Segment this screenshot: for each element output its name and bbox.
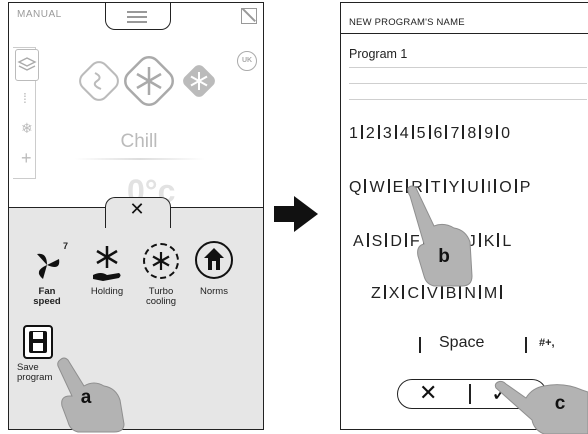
key[interactable]: 3 [383, 125, 392, 143]
holding-icon[interactable] [89, 243, 125, 283]
callout-c: c [554, 393, 566, 414]
function-label: Chill [120, 131, 158, 152]
key[interactable]: 8 [467, 125, 476, 143]
screen-title: NEW PROGRAM'S NAME [349, 17, 465, 28]
holding-label[interactable]: Holding [83, 287, 131, 297]
function-underline [75, 158, 205, 160]
key[interactable]: S [372, 233, 383, 251]
layers-icon[interactable] [15, 49, 39, 81]
callout-a: a [80, 387, 92, 408]
key[interactable]: A [353, 233, 364, 251]
key[interactable]: 9 [484, 125, 493, 143]
fan-speed-label[interactable]: Fan speed [27, 287, 67, 307]
key[interactable]: 6 [434, 125, 443, 143]
key[interactable]: W [369, 179, 384, 197]
key[interactable]: 7 [450, 125, 459, 143]
norms-icon[interactable] [195, 241, 233, 279]
key[interactable]: L [502, 233, 511, 251]
close-drawer-button[interactable]: ✕ [127, 199, 147, 220]
control-panel-screen: MANUAL ⁞ ❄ + UK Chill 0°c ✕ 7 Fan speed … [8, 2, 264, 430]
key[interactable]: O [499, 179, 511, 197]
key[interactable]: Z [371, 285, 381, 303]
norms-label[interactable]: Norms [191, 287, 237, 297]
program-name-input[interactable]: Program 1 [349, 47, 407, 61]
add-icon[interactable]: + [21, 149, 32, 167]
cancel-button[interactable]: ✕ [419, 380, 437, 406]
key[interactable]: 4 [400, 125, 409, 143]
symbols-key[interactable]: #+, [539, 337, 555, 349]
side-snowflake-icon[interactable]: ❄ [21, 121, 33, 135]
key[interactable]: 0 [501, 125, 510, 143]
soft-chill-icon[interactable] [79, 61, 119, 101]
key[interactable]: 2 [366, 125, 375, 143]
fan-icon[interactable] [29, 247, 65, 283]
hand-pointer-b [407, 185, 473, 287]
side-item-icon[interactable]: ⁞ [23, 91, 27, 105]
key[interactable]: X [389, 285, 400, 303]
key[interactable]: I [487, 179, 491, 197]
callout-b: b [438, 246, 450, 267]
hand-pointer-c [494, 380, 588, 434]
fan-speed-value: 7 [63, 241, 69, 251]
key[interactable]: 5 [417, 125, 426, 143]
hamburger-icon[interactable] [127, 11, 147, 13]
key[interactable]: P [520, 179, 531, 197]
key[interactable]: M [484, 285, 497, 303]
key[interactable]: 1 [349, 125, 358, 143]
chill-snowflake-icon[interactable] [123, 55, 175, 107]
key[interactable]: K [484, 233, 495, 251]
keyboard-row-numbers: 1234567890 [349, 125, 510, 145]
space-key[interactable]: Space [439, 334, 484, 352]
turbo-cooling-label[interactable]: Turbo cooling [135, 287, 187, 307]
mode-label: MANUAL [17, 9, 62, 20]
key[interactable]: Q [349, 179, 361, 197]
uk-badge: UK [237, 51, 257, 71]
freeze-icon[interactable] [181, 63, 217, 99]
arrow-icon [274, 206, 296, 222]
turbo-cooling-icon[interactable] [143, 243, 179, 279]
